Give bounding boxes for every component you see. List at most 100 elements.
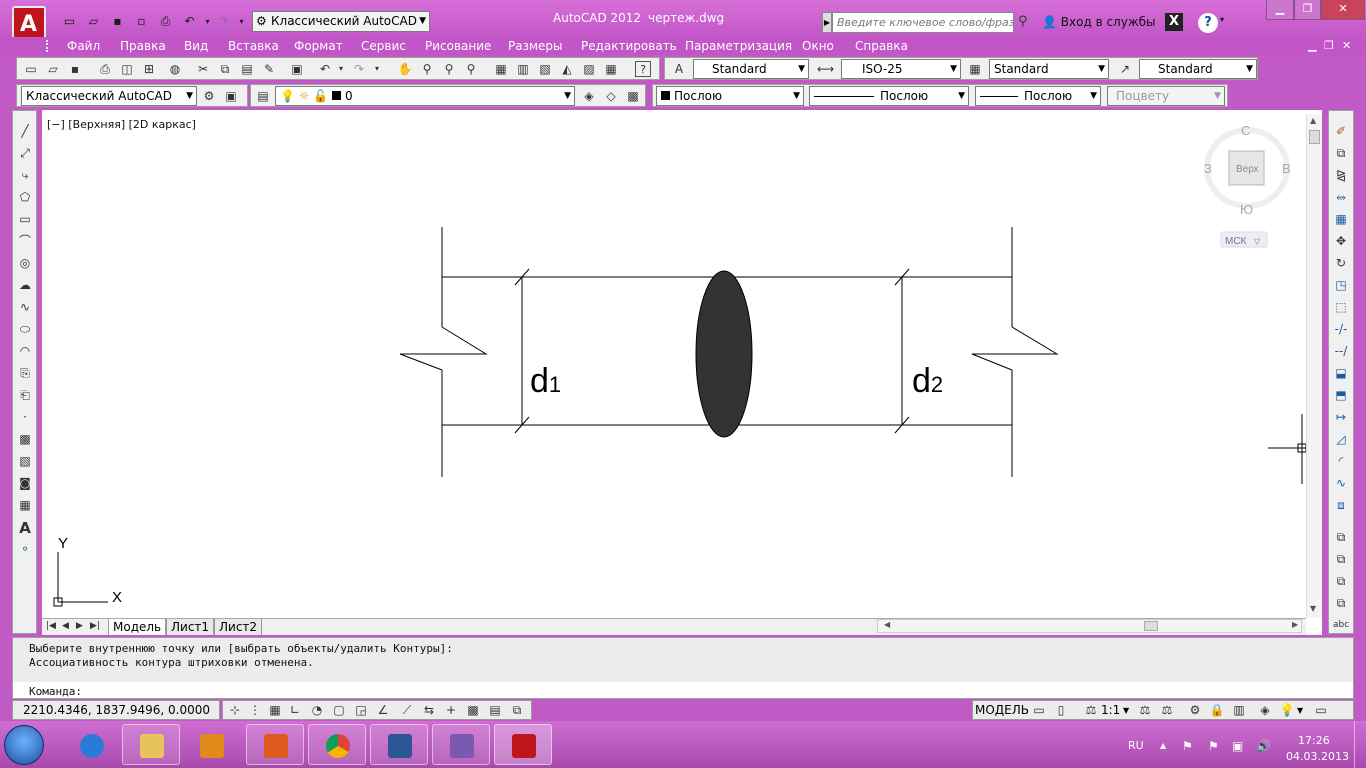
design-center-icon[interactable]: ▥ [515,61,531,77]
scroll-left-icon[interactable]: ◀ [884,620,890,629]
toolbar-lock-icon[interactable]: 🔒 [1209,702,1225,718]
dim-style-combo[interactable]: ISO-25 ▼ [841,59,961,79]
extend-icon[interactable]: --/ [1333,343,1349,359]
taskbar-ie[interactable] [62,724,120,765]
dynamic-ucs-icon[interactable]: ⟋ [399,702,415,718]
volume-icon[interactable]: 🔊 [1256,739,1271,753]
undo-dropdown-icon[interactable]: ▾ [333,61,349,77]
revision-cloud-icon[interactable]: ☁ [17,277,33,293]
bring-to-front-icon[interactable]: ⧉ [1333,529,1349,545]
zoom-realtime-icon[interactable]: ⚲ [419,61,435,77]
annotation-scale-icon[interactable]: ⚖ [1083,702,1099,718]
save-as-icon[interactable]: ▫ [134,14,149,29]
tab-last-icon[interactable]: ▶| [90,621,100,631]
tab-layout2[interactable]: Лист2 [214,619,263,636]
new-icon[interactable]: ▭ [23,61,39,77]
object-snap-icon[interactable]: ▢ [331,702,347,718]
lineweight-icon[interactable]: + [443,702,459,718]
dim-style-icon[interactable]: ⟷ [817,61,834,77]
isolate-objects-icon[interactable]: ◈ [1257,702,1273,718]
paste-icon[interactable]: ▤ [239,61,255,77]
lineweight-combo[interactable]: Послою ▼ [975,86,1101,106]
help-icon[interactable]: ? [1198,13,1218,33]
command-prompt[interactable]: Команда: [29,685,82,698]
object-snap-tracking-icon[interactable]: ∠ [375,702,391,718]
sheet-set-icon[interactable]: ◭ [559,61,575,77]
network-icon[interactable]: ▣ [1232,739,1243,753]
annotation-visibility-icon[interactable]: ⚖ [1137,702,1153,718]
text-to-front-icon[interactable]: abc [1333,617,1349,633]
break-at-point-icon[interactable]: ⬓ [1333,365,1349,381]
layer-states-icon[interactable]: ▩ [625,88,641,104]
table-style-combo[interactable]: Standard ▼ [989,59,1109,79]
save-icon[interactable]: ▪ [110,14,125,29]
undo-dropdown-icon[interactable]: ▾ [200,14,215,29]
action-center-icon[interactable]: ⚑ [1182,739,1193,753]
undo-icon[interactable]: ↶ [317,61,333,77]
doc-close-icon[interactable]: ✕ [1342,38,1351,54]
table-icon[interactable]: ▦ [17,497,33,513]
zoom-previous-icon[interactable]: ⚲ [463,61,479,77]
construction-line-icon[interactable]: ⤢ [17,145,33,161]
model-space-button[interactable]: МОДЕЛЬ [975,702,1029,719]
taskbar-autocad[interactable] [494,724,552,765]
menu-edit[interactable]: Правка [120,38,166,54]
start-button[interactable] [4,725,44,765]
redo-dropdown-icon[interactable]: ▾ [369,61,385,77]
chamfer-icon[interactable]: ◿ [1333,431,1349,447]
menu-parametric[interactable]: Параметризация [685,38,792,54]
workspace-settings-icon[interactable]: ⚙ [201,88,217,104]
line-icon[interactable]: ╱ [17,123,33,139]
mirror-icon[interactable]: ⧎ [1333,167,1349,183]
scale-icon[interactable]: ◳ [1333,277,1349,293]
search-input[interactable]: Введите ключевое слово/фразу [832,12,1014,33]
tab-model[interactable]: Модель [108,619,167,636]
scroll-right-icon[interactable]: ▶ [1292,620,1298,629]
menu-tools[interactable]: Сервис [361,38,406,54]
text-style-icon[interactable]: A [671,61,687,77]
quick-view-drawings-icon[interactable]: ▯ [1053,702,1069,718]
pan-icon[interactable]: ✋ [397,61,413,77]
ucs-menu-label[interactable]: МСК [1225,236,1247,247]
rotate-icon[interactable]: ↻ [1333,255,1349,271]
clock-time[interactable]: 17:26 [1298,734,1330,747]
doc-minimize-icon[interactable]: ▁ [1308,38,1316,54]
viewcube-west[interactable]: З [1204,161,1212,176]
menu-draw[interactable]: Рисование [425,38,491,54]
viewcube-east[interactable]: В [1282,161,1291,176]
grid-display-icon[interactable]: ▦ [267,702,283,718]
arc-icon[interactable]: ⌒ [17,233,33,249]
lightbulb-icon[interactable]: 💡 [1279,702,1295,718]
scroll-up-icon[interactable]: ▲ [1310,116,1316,125]
offset-icon[interactable]: ⥈ [1333,189,1349,205]
redo-dropdown-icon[interactable]: ▾ [234,14,249,29]
print-icon[interactable]: ⎙ [158,14,173,29]
quick-view-layouts-icon[interactable]: ▭ [1031,702,1047,718]
open-file-icon[interactable]: ▱ [86,14,101,29]
sign-in-button[interactable]: 👤 Вход в службы ▾ [1042,12,1160,49]
point-icon[interactable]: · [17,409,33,425]
workspace-switching-icon[interactable]: ⚙ [1187,702,1203,718]
clock-date[interactable]: 04.03.2013 [1286,750,1349,763]
break-icon[interactable]: ⬒ [1333,387,1349,403]
clean-screen-icon[interactable]: ▣ [223,88,239,104]
viewcube-face-label[interactable]: Верх [1236,164,1259,175]
language-indicator[interactable]: RU [1128,739,1144,752]
rectangle-icon[interactable]: ▭ [17,211,33,227]
search-expand-icon[interactable]: ▶ [822,12,832,33]
explode-icon[interactable]: ⧈ [1333,497,1349,513]
chevron-down-icon[interactable]: ▼ [1297,702,1303,719]
new-file-icon[interactable]: ▭ [62,14,77,29]
menu-view[interactable]: Вид [184,38,208,54]
polygon-icon[interactable]: ⬠ [17,189,33,205]
quick-properties-icon[interactable]: ▤ [487,702,503,718]
copy-icon[interactable]: ⧉ [217,61,233,77]
menu-window[interactable]: Окно [802,38,834,54]
3d-object-snap-icon[interactable]: ◲ [353,702,369,718]
circle-icon[interactable]: ◎ [17,255,33,271]
help-icon[interactable]: ? [635,61,651,77]
zoom-window-icon[interactable]: ⚲ [441,61,457,77]
fillet-icon[interactable]: ◜ [1333,453,1349,469]
taskbar-app-7[interactable] [432,724,490,765]
properties-icon[interactable]: ▦ [493,61,509,77]
